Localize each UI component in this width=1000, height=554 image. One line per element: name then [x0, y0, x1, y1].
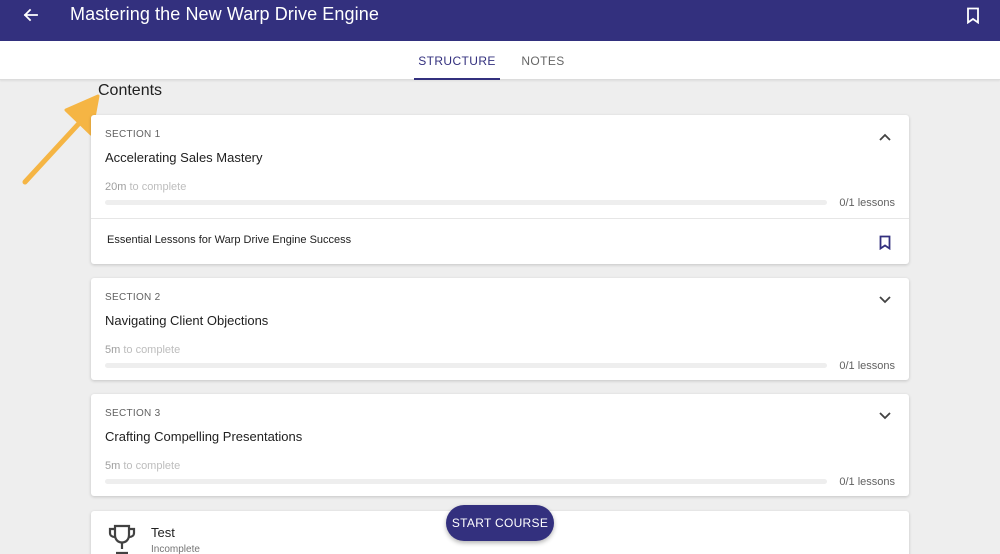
section-label: SECTION 2 [105, 292, 161, 303]
duration-suffix: to complete [120, 344, 181, 356]
lessons-count: 0/1 lessons [839, 476, 895, 488]
start-course-button[interactable]: START COURSE [446, 505, 554, 541]
section-duration: 5m to complete [105, 344, 180, 356]
tab-label: NOTES [521, 53, 565, 68]
course-title: Mastering the New Warp Drive Engine [70, 4, 379, 24]
back-button[interactable] [18, 5, 42, 25]
tab-label: STRUCTURE [418, 53, 496, 68]
active-tab-indicator [414, 78, 500, 80]
collapse-section-button[interactable] [877, 129, 893, 145]
section-duration: 20m to complete [105, 181, 186, 193]
lessons-count: 0/1 lessons [839, 197, 895, 209]
chevron-down-icon [879, 296, 891, 304]
section-card-1[interactable]: SECTION 1 Accelerating Sales Mastery 20m… [91, 115, 909, 264]
section-card-2[interactable]: SECTION 2 Navigating Client Objections 5… [91, 278, 909, 380]
section-duration: 5m to complete [105, 460, 180, 472]
section-title: Crafting Compelling Presentations [105, 429, 303, 444]
expand-section-button[interactable] [877, 408, 893, 424]
duration-value: 20m [105, 181, 127, 193]
app-bar: Mastering the New Warp Drive Engine [0, 0, 1000, 41]
bookmark-lesson-button[interactable] [877, 233, 893, 251]
lesson-title: Essential Lessons for Warp Drive Engine … [107, 234, 352, 246]
chevron-down-icon [879, 412, 891, 420]
section-progress-bar [105, 363, 827, 368]
lessons-count: 0/1 lessons [839, 360, 895, 372]
bookmark-outline-icon [879, 235, 891, 250]
tab-notes[interactable]: NOTES [514, 41, 572, 80]
course-screen: Mastering the New Warp Drive Engine STRU… [0, 0, 1000, 554]
test-title: Test [151, 525, 175, 540]
arrow-left-icon [23, 8, 38, 22]
chevron-up-icon [879, 133, 891, 141]
duration-value: 5m [105, 344, 121, 356]
duration-suffix: to complete [120, 460, 181, 472]
section-card-3[interactable]: SECTION 3 Crafting Compelling Presentati… [91, 394, 909, 496]
section-label: SECTION 1 [105, 129, 161, 140]
section-label: SECTION 3 [105, 408, 161, 419]
section-progress-bar [105, 200, 827, 205]
tab-structure[interactable]: STRUCTURE [414, 41, 500, 80]
test-status: Incomplete [151, 544, 200, 554]
bookmark-outline-icon [967, 7, 979, 24]
section-title: Navigating Client Objections [105, 313, 269, 328]
lesson-item[interactable]: Essential Lessons for Warp Drive Engine … [91, 219, 909, 264]
duration-suffix: to complete [126, 181, 187, 193]
expand-section-button[interactable] [877, 292, 893, 308]
bookmark-course-button[interactable] [963, 4, 983, 26]
section-title: Accelerating Sales Mastery [105, 150, 263, 165]
trophy-icon [108, 524, 136, 554]
duration-value: 5m [105, 460, 121, 472]
section-progress-bar [105, 479, 827, 484]
tab-bar: STRUCTURE NOTES [0, 41, 1000, 80]
